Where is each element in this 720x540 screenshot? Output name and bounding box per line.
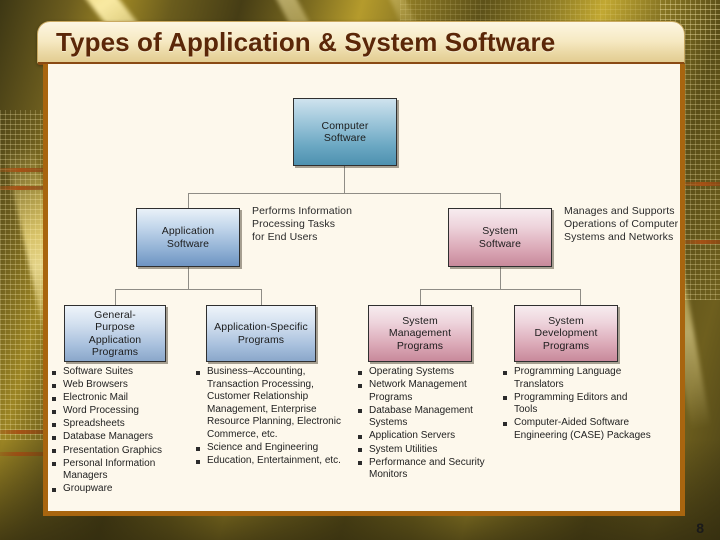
annotation-line1: Performs Information [252, 205, 353, 217]
list-system-development-examples: Programming Language Translators Program… [503, 366, 653, 443]
connector-to-system-software [500, 193, 501, 208]
node-application-specific-programs[interactable]: Application-Specific Programs [206, 305, 316, 362]
annotation-application-software: Performs Information Processing Tasks fo… [252, 205, 382, 244]
node-label-line1: System [402, 314, 438, 327]
node-label-line2: Development [534, 327, 598, 340]
node-label-line2: Software [323, 132, 367, 144]
annotation-line2: Processing Tasks [252, 218, 336, 230]
node-system-management-programs[interactable]: System Management Programs [368, 305, 472, 362]
annotation-line3: Systems and Networks [564, 231, 674, 243]
list-item: Database Management Systems [358, 405, 503, 430]
node-system-development-programs[interactable]: System Development Programs [514, 305, 618, 362]
bullet-list: Software Suites Web Browsers Electronic … [52, 366, 200, 496]
list-item: Groupware [52, 483, 200, 496]
slide-title-bar: Types of Application & System Software [37, 21, 685, 65]
list-item: Personal Information Managers [52, 458, 200, 483]
list-item: Programming Language Translators [503, 366, 653, 391]
node-label-line2: Software [166, 237, 210, 250]
list-item: Electronic Mail [52, 392, 200, 405]
node-label-line2: Programs [237, 333, 285, 346]
node-label-line1: System [482, 225, 518, 237]
node-label-line3: Programs [396, 339, 444, 352]
list-item: Programming Editors and Tools [503, 392, 653, 417]
annotation-system-software: Manages and Supports Operations of Compu… [564, 205, 680, 244]
list-item: Performance and Security Monitors [358, 457, 503, 482]
connector-to-system-management [420, 289, 421, 305]
page-number: 8 [696, 520, 704, 536]
software-hierarchy-diagram: Computer Software Application Software P… [48, 64, 680, 506]
list-item: Application Servers [358, 430, 503, 443]
list-item: Computer-Aided Software Engineering (CAS… [503, 417, 653, 442]
node-label-line2: Purpose [95, 321, 135, 333]
node-label-line4: Programs [91, 346, 139, 358]
node-application-software[interactable]: Application Software [136, 208, 240, 267]
presentation-slide: Types of Application & System Software C… [0, 0, 720, 540]
list-item: Word Processing [52, 405, 200, 418]
list-item: System Utilities [358, 444, 503, 457]
list-item: Education, Entertainment, etc. [196, 455, 348, 468]
connector-to-application-specific [261, 289, 262, 305]
annotation-line1: Manages and Supports [564, 205, 675, 217]
connector-root-down [344, 166, 345, 193]
connector-system-down [500, 267, 501, 289]
connector-level3-right-horizontal [420, 289, 580, 290]
node-computer-software[interactable]: Computer Software [293, 98, 397, 166]
connector-to-system-development [580, 289, 581, 305]
connector-level2-horizontal [188, 193, 500, 194]
node-label-line1: System [548, 314, 584, 327]
node-label-line1: Application-Specific [214, 321, 308, 333]
node-label-line1: Application [161, 225, 215, 237]
list-application-specific-examples: Business–Accounting, Transaction Process… [196, 366, 348, 468]
node-label-line1: General- [94, 308, 136, 321]
list-item: Web Browsers [52, 379, 200, 392]
connector-to-application-software [188, 193, 189, 208]
node-system-software[interactable]: System Software [448, 208, 552, 267]
node-label-line3: Programs [542, 339, 590, 352]
slide-content-panel: Computer Software Application Software P… [43, 64, 685, 516]
bullet-list: Operating Systems Network Management Pro… [358, 366, 503, 482]
annotation-line3: for End Users [252, 231, 318, 243]
list-item: Business–Accounting, Transaction Process… [196, 366, 348, 442]
page-title: Types of Application & System Software [56, 26, 556, 57]
node-label-line2: Management [388, 327, 452, 340]
list-general-purpose-examples: Software Suites Web Browsers Electronic … [52, 366, 200, 496]
node-label-line1: Computer [321, 119, 369, 132]
node-label-line3: Application [88, 333, 142, 346]
connector-application-down [188, 267, 189, 289]
list-item: Spreadsheets [52, 418, 200, 431]
list-item: Science and Engineering [196, 442, 348, 455]
connector-level3-left-horizontal [115, 289, 261, 290]
list-item: Database Managers [52, 431, 200, 444]
list-item: Operating Systems [358, 366, 503, 379]
list-item: Presentation Graphics [52, 445, 200, 458]
connector-to-general-purpose [115, 289, 116, 305]
node-label-line2: Software [478, 237, 522, 250]
annotation-line2: Operations of Computer [564, 218, 679, 230]
bullet-list: Programming Language Translators Program… [503, 366, 653, 443]
node-general-purpose-application-programs[interactable]: General- Purpose Application Programs [64, 305, 166, 362]
list-item: Network Management Programs [358, 379, 503, 404]
list-system-management-examples: Operating Systems Network Management Pro… [358, 366, 503, 482]
list-item: Software Suites [52, 366, 200, 379]
bullet-list: Business–Accounting, Transaction Process… [196, 366, 348, 468]
